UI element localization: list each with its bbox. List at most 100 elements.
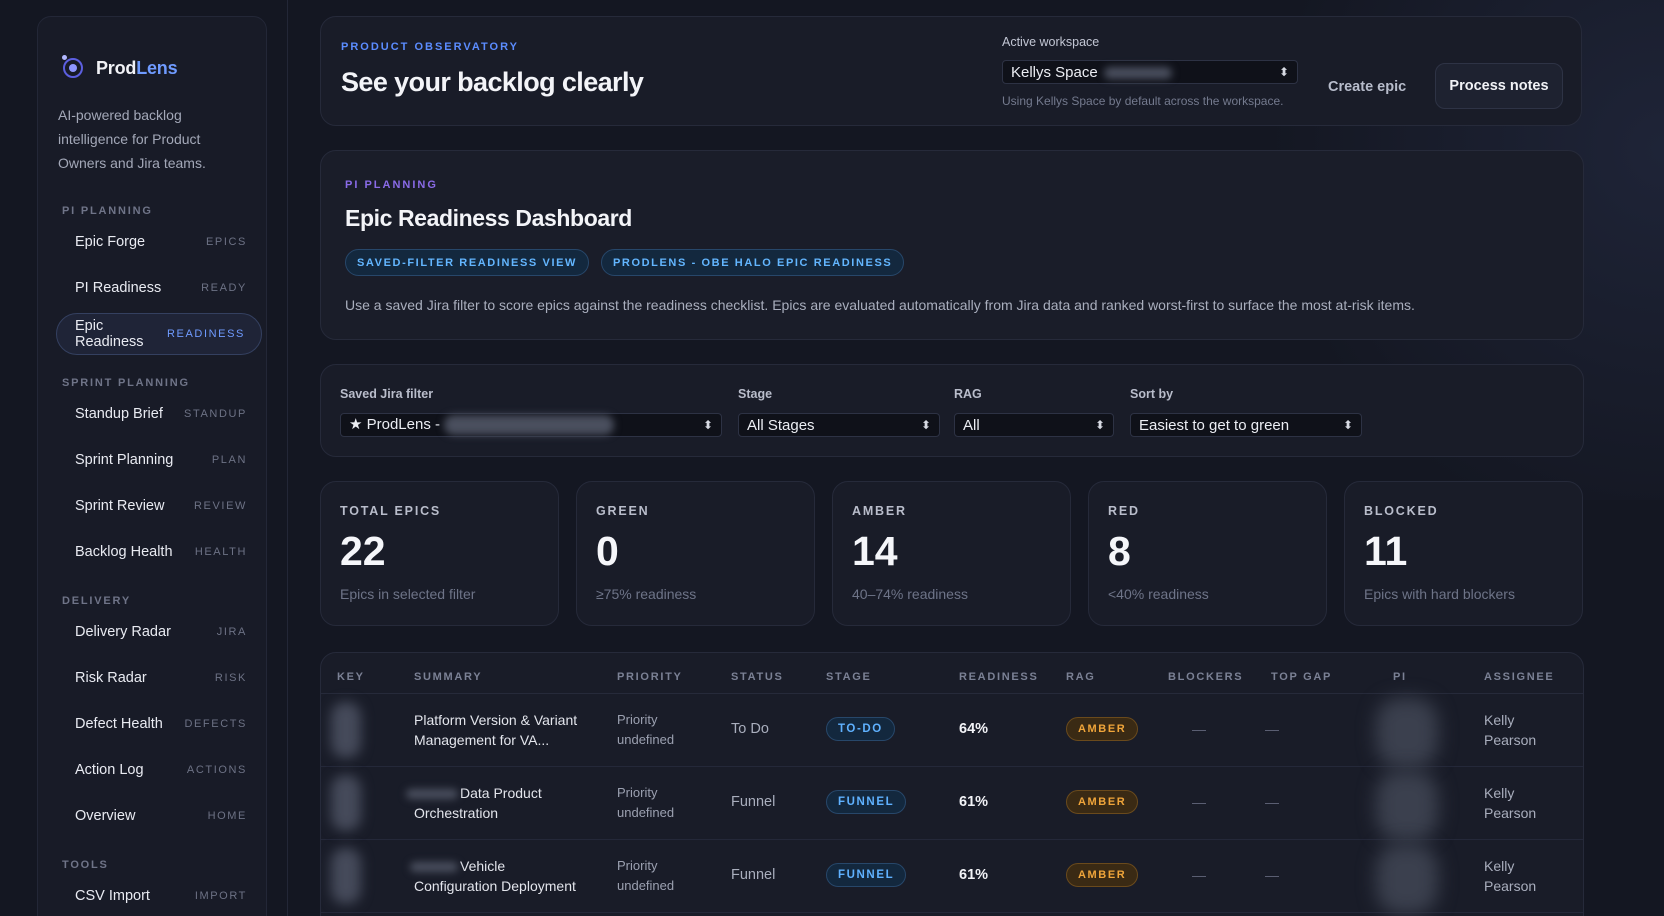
table-row[interactable]: Platform Version & Variant Management for… <box>321 694 1583 768</box>
stat-caption: Epics with hard blockers <box>1364 586 1515 602</box>
stat-label: RED <box>1108 504 1140 518</box>
stat-value: 0 <box>596 528 619 574</box>
sidebar-item-label: Sprint Planning <box>75 452 174 468</box>
sidebar-item-standup-brief[interactable]: Standup Brief STANDUP <box>56 393 248 435</box>
column-header-assignee[interactable]: ASSIGNEE <box>1484 671 1554 683</box>
column-header-top-gap[interactable]: TOP GAP <box>1271 671 1332 683</box>
assignee-cell: Kelly Pearson <box>1484 785 1537 821</box>
workspace-select[interactable]: Kellys Space ⬍ <box>1002 60 1298 84</box>
nav-section-heading: TOOLS <box>62 859 109 871</box>
column-header-pi[interactable]: PI <box>1393 671 1407 683</box>
stage-badge: FUNNEL <box>826 863 907 887</box>
column-header-blockers[interactable]: BLOCKERS <box>1168 671 1243 683</box>
top-gap-cell: — <box>1265 721 1279 737</box>
sidebar-item-tag: RISK <box>214 672 247 684</box>
rag-badge: AMBER <box>1066 717 1139 741</box>
redacted-key <box>331 848 361 904</box>
saved-filter-select[interactable]: ★ ProdLens - ⬍ <box>340 413 722 437</box>
sidebar-item-overview[interactable]: Overview HOME <box>56 795 248 837</box>
sidebar-item-tag: IMPORT <box>194 890 247 902</box>
blockers-cell: — <box>1192 721 1206 737</box>
sidebar-item-tag: DEFECTS <box>184 718 247 730</box>
sidebar-item-label: Sprint Review <box>75 498 165 514</box>
column-header-status[interactable]: STATUS <box>731 671 784 683</box>
process-notes-button[interactable]: Process notes <box>1435 63 1563 109</box>
sort-label: Sort by <box>1130 387 1174 401</box>
column-header-key[interactable]: KEY <box>337 671 365 683</box>
status-cell: Funnel <box>731 867 776 883</box>
page-title: See your backlog clearly <box>341 67 644 97</box>
stat-card-amber: AMBER 14 40–74% readiness <box>832 481 1071 626</box>
hero-eyebrow: PI PLANNING <box>345 179 438 191</box>
summary-cell[interactable]: Platform Version & Variant Management for… <box>414 710 577 750</box>
sidebar-item-label: Risk Radar <box>75 670 147 686</box>
stat-label: AMBER <box>852 504 907 518</box>
rag-label: RAG <box>954 387 982 401</box>
sidebar-item-label: Overview <box>75 808 136 824</box>
stat-caption: Epics in selected filter <box>340 586 476 602</box>
sidebar-item-risk-radar[interactable]: Risk Radar RISK <box>56 657 248 699</box>
sidebar-item-action-log[interactable]: Action Log ACTIONS <box>56 749 248 791</box>
sidebar-item-sprint-review[interactable]: Sprint Review REVIEW <box>56 485 248 527</box>
readiness-cell: 64% <box>959 721 989 737</box>
sidebar-item-epic-readiness[interactable]: Epic Readiness READINESS <box>56 313 262 355</box>
sidebar-item-epic-forge[interactable]: Epic Forge EPICS <box>56 221 248 263</box>
redacted-text <box>444 415 615 436</box>
stat-label: GREEN <box>596 504 650 518</box>
table-row[interactable]: Vehicle Configuration Deployment Priority… <box>321 840 1583 914</box>
rag-select[interactable]: All ⬍ <box>954 413 1114 437</box>
sidebar-item-sprint-planning[interactable]: Sprint Planning PLAN <box>56 439 248 481</box>
stat-value: 14 <box>852 528 898 574</box>
sidebar-item-pi-readiness[interactable]: PI Readiness READY <box>56 267 248 309</box>
workspace-hint: Using Kellys Space by default across the… <box>1002 94 1284 108</box>
top-gap-cell: — <box>1265 794 1279 810</box>
brand-name: ProdLens <box>96 57 178 78</box>
dashboard-title: Epic Readiness Dashboard <box>345 205 632 231</box>
sort-value: Easiest to get to green <box>1139 416 1290 434</box>
nav-section-heading: PI PLANNING <box>62 205 153 217</box>
sidebar-item-csv-import[interactable]: CSV Import IMPORT <box>56 875 248 916</box>
stat-card-red: RED 8 <40% readiness <box>1088 481 1327 626</box>
brand[interactable]: ProdLens <box>56 55 248 81</box>
redacted-pi <box>1376 844 1438 914</box>
column-header-summary[interactable]: SUMMARY <box>414 671 482 683</box>
column-header-priority[interactable]: PRIORITY <box>617 671 683 683</box>
summary-cell[interactable]: Data Product Orchestration <box>406 783 542 823</box>
nav-section-heading: DELIVERY <box>62 595 132 607</box>
sidebar-item-tag: HEALTH <box>194 546 247 558</box>
rag-badge: AMBER <box>1066 863 1139 887</box>
chevron-updown-icon: ⬍ <box>702 418 713 432</box>
sidebar-item-backlog-health[interactable]: Backlog Health HEALTH <box>56 531 248 573</box>
sidebar-item-tag: REVIEW <box>194 500 247 512</box>
sidebar-item-tag: JIRA <box>216 626 247 638</box>
redacted-text <box>406 789 458 800</box>
sort-select[interactable]: Easiest to get to green ⬍ <box>1130 413 1362 437</box>
workspace-label: Active workspace <box>1002 35 1100 49</box>
priority-cell: Priority undefined <box>617 858 675 893</box>
column-header-rag[interactable]: RAG <box>1066 671 1096 683</box>
chevron-updown-icon: ⬍ <box>920 418 931 432</box>
filter-bar: Saved Jira filter ★ ProdLens - ⬍ Stage A… <box>320 364 1584 457</box>
sidebar-item-label: Action Log <box>75 762 144 778</box>
stat-card-blocked: BLOCKED 11 Epics with hard blockers <box>1344 481 1583 626</box>
saved-filter-label: Saved Jira filter <box>340 387 434 401</box>
column-header-readiness[interactable]: READINESS <box>959 671 1038 683</box>
sidebar-item-defect-health[interactable]: Defect Health DEFECTS <box>56 703 248 745</box>
column-header-stage[interactable]: STAGE <box>826 671 872 683</box>
sidebar-item-tag: READY <box>201 282 247 294</box>
create-epic-button[interactable]: Create epic <box>1328 79 1406 95</box>
chevron-updown-icon: ⬍ <box>1342 418 1353 432</box>
redacted-key <box>331 775 361 831</box>
table-row[interactable]: Data Product Orchestration Priority undefi… <box>321 767 1583 841</box>
workspace-value: Kellys Space <box>1011 63 1098 81</box>
sidebar-item-tag: READINESS <box>167 328 245 340</box>
saved-filter-value: ★ ProdLens - <box>349 415 440 433</box>
readiness-cell: 61% <box>959 867 989 883</box>
redacted-key <box>331 702 361 758</box>
stage-badge: FUNNEL <box>826 790 907 814</box>
readiness-cell: 61% <box>959 794 989 810</box>
nav-section-heading: SPRINT PLANNING <box>62 377 190 389</box>
summary-cell[interactable]: Vehicle Configuration Deployment <box>410 856 576 896</box>
stage-select[interactable]: All Stages ⬍ <box>738 413 940 437</box>
sidebar-item-delivery-radar[interactable]: Delivery Radar JIRA <box>56 611 248 653</box>
